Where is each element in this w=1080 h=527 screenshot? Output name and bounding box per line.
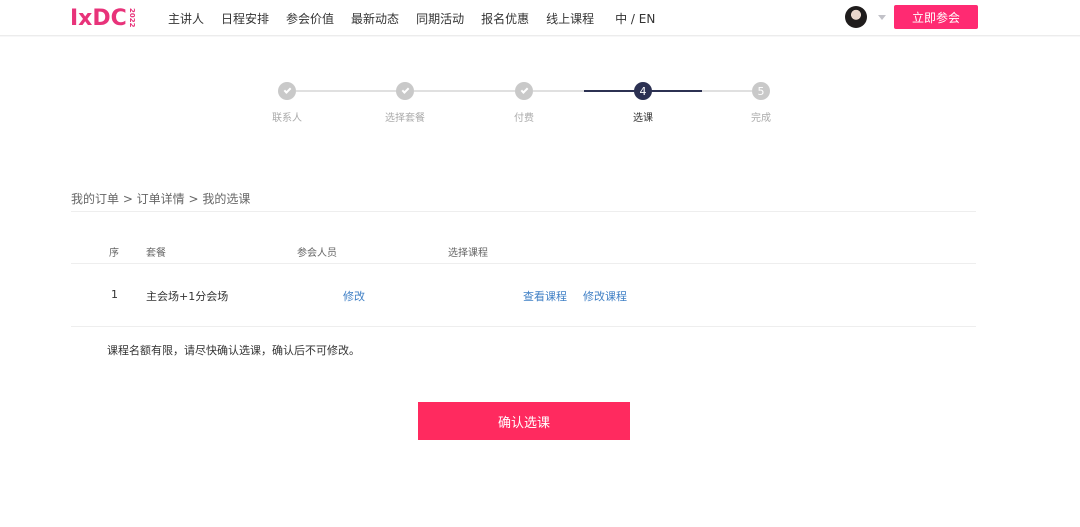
- step-label-contact: 联系人: [272, 113, 302, 124]
- confirm-course-button[interactable]: 确认选课: [418, 402, 630, 440]
- chevron-down-icon[interactable]: [878, 15, 886, 20]
- column-header-attendee: 参会人员: [297, 248, 337, 259]
- step-label-complete: 完成: [751, 113, 771, 124]
- step-label-payment: 付费: [514, 113, 534, 124]
- nav-item-events[interactable]: 同期活动: [416, 10, 464, 27]
- step-3-check-icon: [515, 82, 533, 100]
- divider: [71, 263, 976, 264]
- row-index: 1: [111, 288, 118, 301]
- step-4-number: 4: [634, 82, 652, 100]
- top-navigation-bar: IxDC 2022 主讲人 日程安排 参会价值 最新动态 同期活动 报名优惠 线…: [0, 0, 1080, 36]
- logo-year: 2022: [127, 8, 136, 28]
- step-connector: [702, 90, 752, 92]
- step-label-select-course: 选课: [633, 113, 653, 124]
- course-notice: 课程名额有限，请尽快确认选课，确认后不可修改。: [107, 344, 360, 357]
- step-5-number: 5: [752, 82, 770, 100]
- main-nav: 主讲人 日程安排 参会价值 最新动态 同期活动 报名优惠 线上课程 中 / EN: [168, 0, 655, 36]
- step-connector: [296, 90, 397, 92]
- nav-item-discount[interactable]: 报名优惠: [481, 10, 529, 27]
- nav-item-schedule[interactable]: 日程安排: [221, 10, 269, 27]
- edit-attendee-link[interactable]: 修改: [343, 288, 365, 304]
- nav-item-speakers[interactable]: 主讲人: [168, 10, 204, 27]
- column-header-course: 选择课程: [448, 248, 488, 259]
- step-connector: [414, 90, 515, 92]
- view-course-link[interactable]: 查看课程: [523, 288, 567, 304]
- breadcrumb[interactable]: 我的订单 > 订单详情 > 我的选课: [71, 190, 250, 207]
- divider: [71, 211, 976, 212]
- order-stepper: 4 5 联系人 选择套餐 付费 选课 完成: [0, 37, 1080, 127]
- column-header-index: 序: [109, 248, 119, 259]
- language-switch[interactable]: 中 / EN: [615, 10, 655, 27]
- edit-course-link[interactable]: 修改课程: [583, 288, 627, 304]
- row-package: 主会场+1分会场: [146, 290, 229, 303]
- avatar[interactable]: [845, 6, 867, 28]
- nav-item-value[interactable]: 参会价值: [286, 10, 334, 27]
- column-header-package: 套餐: [146, 248, 166, 259]
- nav-item-news[interactable]: 最新动态: [351, 10, 399, 27]
- divider: [71, 326, 976, 327]
- logo-text: IxDC: [70, 5, 127, 31]
- ixdc-logo[interactable]: IxDC 2022: [70, 5, 136, 31]
- step-connector: [533, 90, 584, 92]
- step-1-check-icon: [278, 82, 296, 100]
- step-label-package: 选择套餐: [385, 113, 425, 124]
- nav-item-online-courses[interactable]: 线上课程: [546, 10, 594, 27]
- register-now-button[interactable]: 立即参会: [894, 5, 978, 29]
- step-2-check-icon: [396, 82, 414, 100]
